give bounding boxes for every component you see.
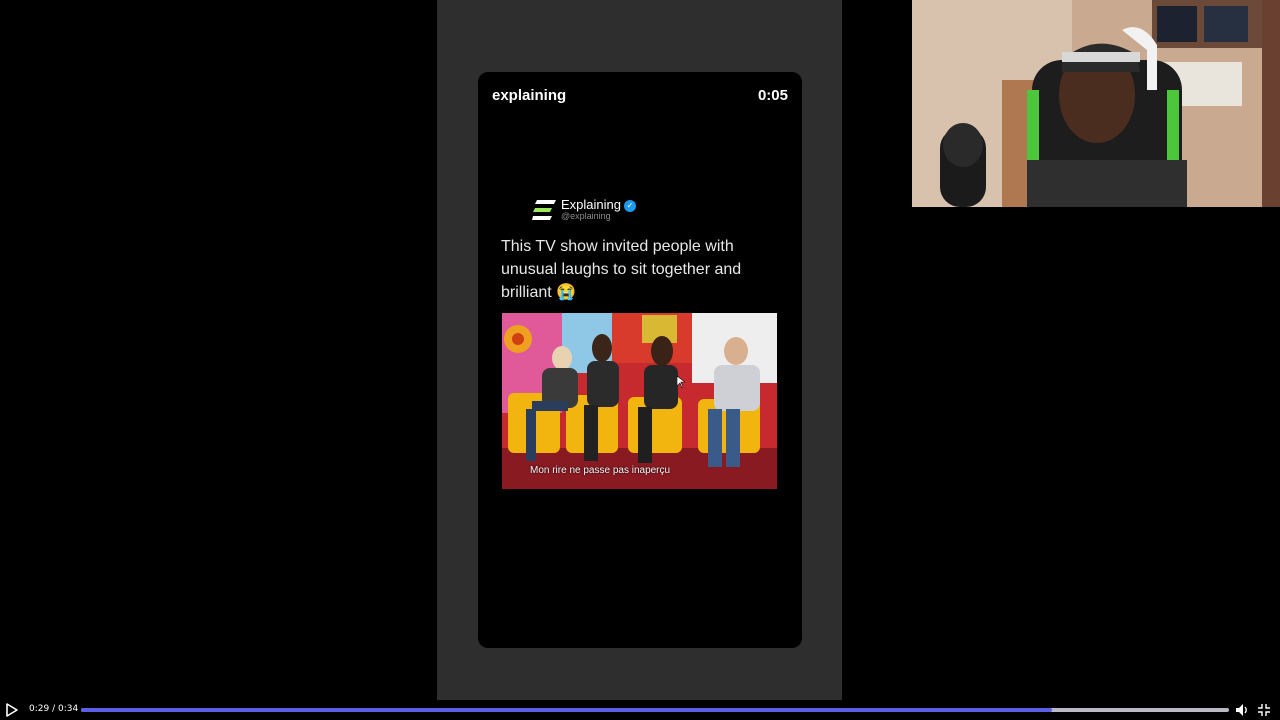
short-video-frame[interactable]: explaining 0:05 Explaining ✓ @explaining …: [478, 72, 802, 648]
tweet-author-name: Explaining: [561, 197, 621, 212]
seek-bar-progress: [81, 708, 1053, 712]
tv-show-scene: [502, 313, 777, 489]
center-panel: explaining 0:05 Explaining ✓ @explaining …: [437, 0, 842, 700]
tweet-handle: @explaining: [561, 211, 611, 221]
webcam-overlay: [912, 0, 1280, 207]
short-title: explaining: [492, 87, 567, 104]
tweet-text: This TV show invited people with unusual…: [501, 238, 742, 301]
mouse-cursor-icon: [677, 376, 685, 388]
exit-fullscreen-icon[interactable]: [1257, 703, 1271, 717]
streamer-webcam-image: [912, 0, 1280, 207]
tweet-media-image: Mon rire ne passe pas inaperçu: [502, 313, 777, 489]
video-stage[interactable]: explaining 0:05 Explaining ✓ @explaining …: [0, 0, 1280, 720]
short-timestamp: 0:05: [757, 87, 788, 104]
verified-icon: ✓: [624, 200, 636, 212]
time-display: 0:29 / 0:34: [29, 704, 79, 714]
explaining-logo: [532, 200, 556, 220]
seek-bar[interactable]: [81, 708, 1229, 712]
tweet-author: Explaining ✓: [561, 197, 636, 212]
player-controls: 0:29 / 0:34: [0, 700, 1280, 720]
media-subtitle: Mon rire ne passe pas inaperçu: [530, 465, 671, 476]
play-icon[interactable]: [6, 703, 18, 717]
volume-icon[interactable]: [1235, 703, 1249, 717]
